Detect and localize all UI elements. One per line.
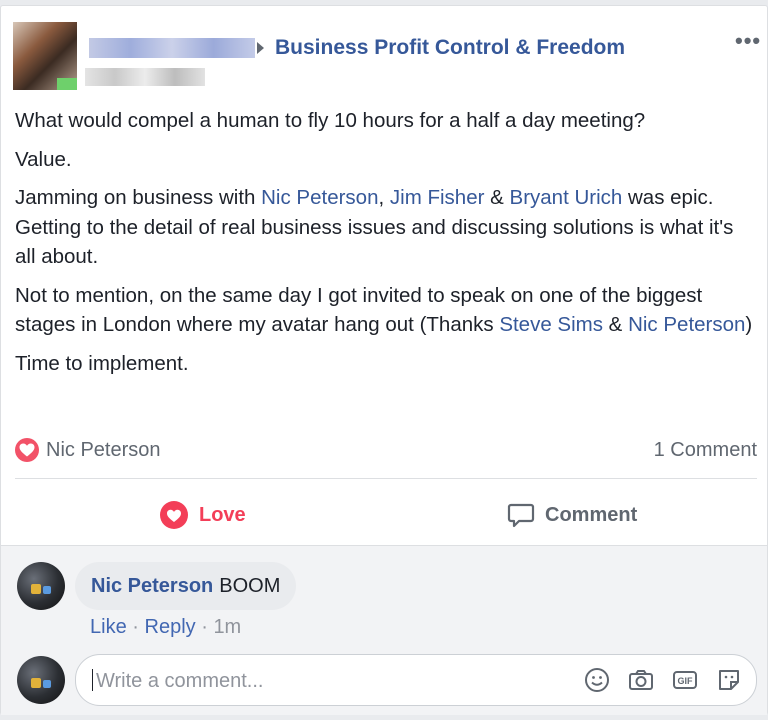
comments-section: Nic Peterson BOOM Like · Reply · 1m GIF [1,545,767,715]
comment-count[interactable]: 1 Comment [654,439,757,462]
meta-separator: · [201,616,208,638]
divider [15,478,757,479]
mention-link[interactable]: Bryant Urich [510,186,623,209]
love-button-label: Love [199,503,246,526]
post-paragraph: What would compel a human to fly 10 hour… [15,109,646,132]
group-name-link[interactable]: Business Profit Control & Freedom [275,36,625,60]
post-paragraph: Jamming on business with Nic Peterson, J… [15,183,759,272]
comment-text: BOOM [219,574,281,597]
comment-meta: Like · Reply · 1m [90,616,241,639]
more-options-icon[interactable]: ••• [735,28,761,54]
comment-icon [507,503,535,528]
mention-link[interactable]: Steve Sims [499,313,603,336]
svg-text:GIF: GIF [678,676,694,686]
comment-button-label: Comment [545,503,638,526]
meta-separator: · [132,616,139,638]
action-bar: Love Comment [1,486,767,544]
emoji-icon[interactable] [584,667,610,693]
comment-input[interactable] [94,665,578,697]
gif-icon[interactable]: GIF [672,667,698,693]
post-paragraph: Time to implement. [15,351,189,375]
comment-author-link[interactable]: Nic Peterson [91,575,213,598]
text-segment: & [484,186,510,209]
post-card: Business Profit Control & Freedom ••• Wh… [0,5,768,715]
post-timestamp-blurred[interactable] [85,68,205,86]
text-caret [92,669,93,691]
text-segment: & [602,313,629,336]
comment-like-link[interactable]: Like [90,616,127,638]
reactions-bar: Nic Peterson 1 Comment [15,436,757,468]
comment-reply-link[interactable]: Reply [145,616,196,638]
text-segment: ) [745,313,753,336]
commenter-avatar[interactable] [17,562,65,610]
love-button[interactable]: Love [159,486,246,544]
current-user-avatar[interactable] [17,656,65,704]
mention-link[interactable]: Jim Fisher [390,186,485,209]
post-paragraph: Not to mention, on the same day I got in… [15,281,759,340]
share-arrow-icon [257,42,264,54]
comment-bubble: Nic Peterson BOOM [75,562,297,610]
post-body: What would compel a human to fly 10 hour… [15,106,759,387]
camera-icon[interactable] [628,667,654,693]
author-avatar-blurred[interactable] [13,22,77,90]
sticker-icon[interactable] [716,667,742,693]
comment-composer[interactable]: GIF [75,654,757,706]
post-paragraph: Value. [15,147,72,171]
mention-link[interactable]: Nic Peterson [261,186,378,209]
mention-link[interactable]: Nic Peterson [628,313,745,336]
comment-time[interactable]: 1m [213,616,241,638]
post-header: Business Profit Control & Freedom ••• [1,6,767,98]
author-name-blurred[interactable] [89,38,255,58]
text-segment: Jamming on business with [15,186,262,209]
love-reaction-icon[interactable] [15,438,39,462]
comment-button[interactable]: Comment [507,486,637,544]
heart-icon [160,501,188,529]
reactor-name[interactable]: Nic Peterson [46,439,161,462]
text-segment: , [378,186,390,209]
